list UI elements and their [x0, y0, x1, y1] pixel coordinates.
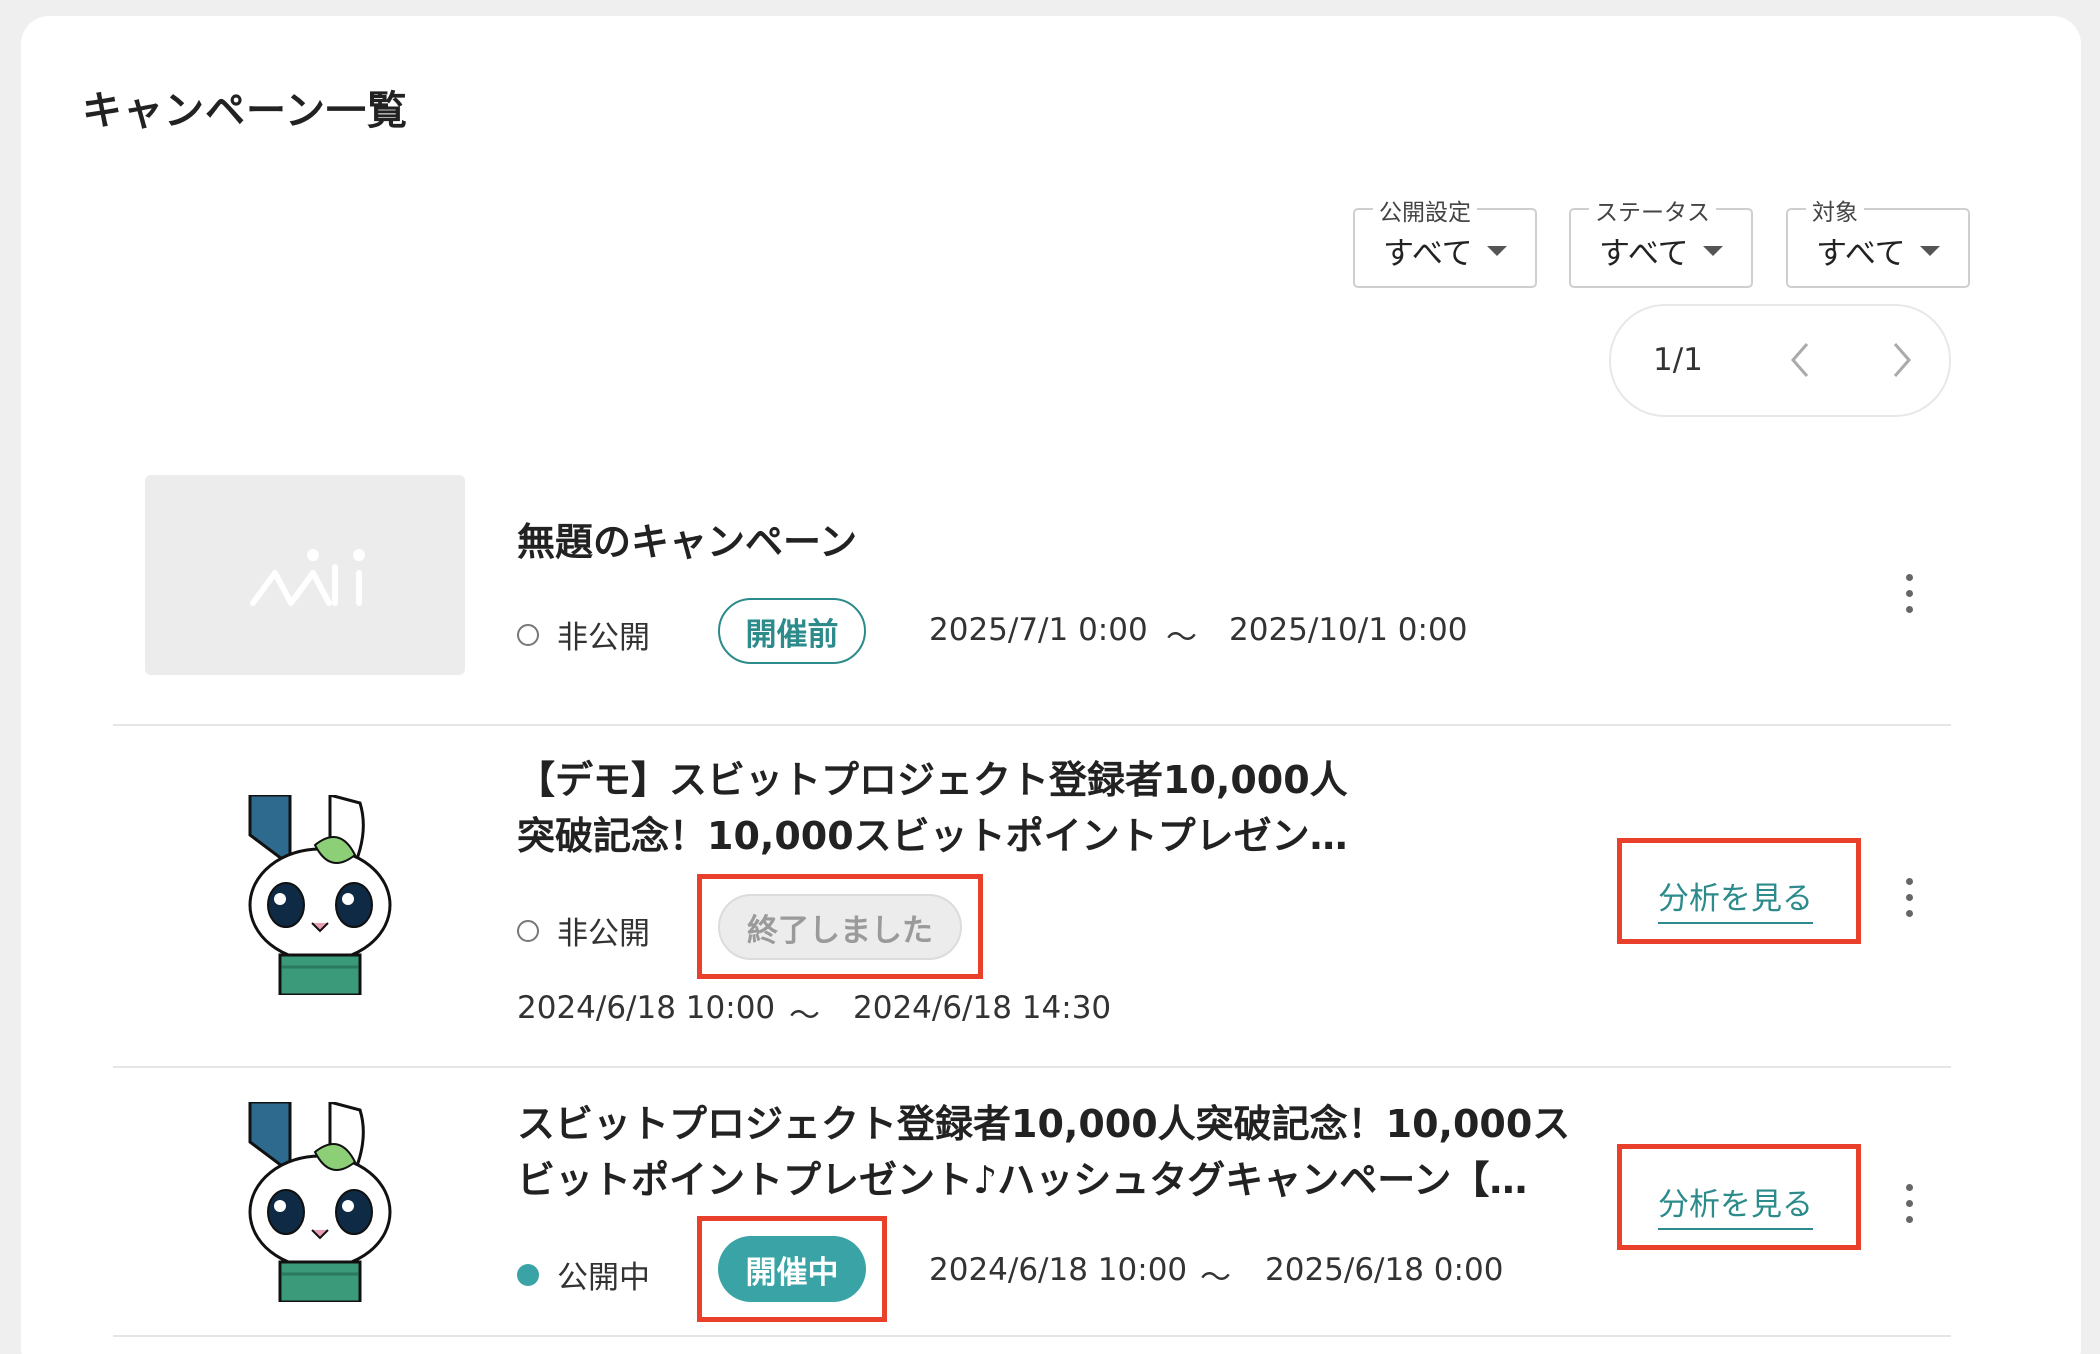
filter-target[interactable]: 対象 すべて — [1786, 193, 1970, 288]
visibility-label: 公開中 — [557, 1260, 650, 1296]
campaign-title[interactable]: 【デモ】スビットプロジェクト登録者10,000人 突破記念！10,000スビット… — [517, 752, 1348, 864]
row-divider — [113, 1066, 1951, 1068]
visibility-status: 公開中 — [517, 1252, 650, 1297]
visibility-status: 非公開 — [517, 908, 650, 953]
campaign-thumbnail-placeholder[interactable] — [145, 475, 465, 675]
campaign-title[interactable]: 無題のキャンペーン — [517, 514, 857, 570]
date-separator: 〜 — [1166, 620, 1197, 656]
view-analysis-link[interactable]: 分析を見る — [1658, 873, 1813, 924]
kebab-menu-icon[interactable] — [1899, 1184, 1919, 1228]
caret-down-icon — [1703, 246, 1723, 256]
visibility-dot-icon — [517, 623, 539, 646]
filter-visibility[interactable]: 公開設定 すべて — [1353, 193, 1537, 288]
mi-logo-placeholder — [250, 549, 365, 606]
chevron-left-icon — [1791, 343, 1809, 377]
kebab-menu-icon[interactable] — [1899, 878, 1919, 922]
view-analysis-link[interactable]: 分析を見る — [1658, 1179, 1813, 1230]
filter-visibility-value: すべて — [1383, 236, 1473, 272]
status-badge: 開催中 — [718, 1236, 866, 1302]
next-page-button[interactable] — [1881, 336, 1921, 384]
filter-target-value: すべて — [1816, 236, 1906, 272]
page-title: キャンペーン一覧 — [82, 88, 408, 134]
date-separator: 〜 — [789, 998, 820, 1034]
campaign-title[interactable]: スビットプロジェクト登録者10,000人突破記念！10,000ス ビットポイント… — [517, 1096, 1570, 1208]
visibility-dot-icon — [517, 919, 539, 942]
campaign-end: 2024/6/18 14:30 — [853, 990, 1112, 1026]
page-indicator: 1/1 — [1653, 342, 1703, 378]
filter-status-value: すべて — [1599, 236, 1689, 272]
date-separator: 〜 — [1200, 1260, 1231, 1296]
campaign-title-line-2: 突破記念！10,000スビットポイントプレゼン… — [517, 814, 1348, 858]
campaign-title-line-1: 【デモ】スビットプロジェクト登録者10,000人 — [517, 758, 1348, 802]
caret-down-icon — [1487, 246, 1507, 256]
campaign-end: 2025/6/18 0:00 — [1265, 1252, 1504, 1288]
campaign-start: 2024/6/18 10:00 — [517, 990, 776, 1026]
pagination: 1/1 — [1609, 304, 1951, 417]
visibility-status: 非公開 — [517, 612, 650, 657]
filter-visibility-label: 公開設定 — [1373, 193, 1477, 227]
campaign-title-line-2: ビットポイントプレゼント♪ハッシュタグキャンペーン【… — [517, 1158, 1528, 1202]
rabbit-mascot — [248, 1102, 392, 1302]
kebab-menu-icon[interactable] — [1899, 574, 1919, 618]
row-divider — [113, 724, 1951, 726]
visibility-label: 非公開 — [557, 916, 650, 952]
campaign-end: 2025/10/1 0:00 — [1229, 612, 1468, 648]
caret-down-icon — [1920, 246, 1940, 256]
filter-status-label: ステータス — [1589, 193, 1716, 227]
status-badge: 開催前 — [718, 598, 866, 664]
prev-page-button[interactable] — [1781, 336, 1821, 384]
visibility-dot-icon — [517, 1263, 539, 1286]
row-divider — [113, 1335, 1951, 1337]
status-badge: 終了しました — [718, 894, 962, 960]
campaign-title-line-1: スビットプロジェクト登録者10,000人突破記念！10,000ス — [517, 1102, 1571, 1146]
filter-target-label: 対象 — [1806, 193, 1864, 227]
campaign-start: 2024/6/18 10:00 — [929, 1252, 1188, 1288]
campaign-start: 2025/7/1 0:00 — [929, 612, 1148, 648]
chevron-right-icon — [1893, 343, 1911, 377]
rabbit-mascot — [248, 795, 392, 995]
visibility-label: 非公開 — [557, 620, 650, 656]
filter-status[interactable]: ステータス すべて — [1569, 193, 1753, 288]
